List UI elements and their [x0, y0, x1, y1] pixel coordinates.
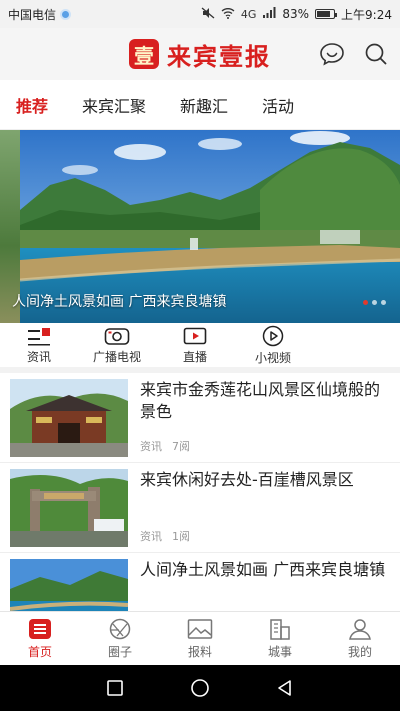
chat-icon — [320, 43, 344, 66]
news-thumbnail — [10, 379, 128, 457]
recents-button[interactable] — [106, 679, 124, 697]
news-body: 来宾市金秀莲花山风景区仙境般的景色 资讯 7阅 — [140, 379, 390, 456]
news-feed: 来宾市金秀莲花山风景区仙境般的景色 资讯 7阅 来宾休闲好去处-百崖槽风景区 资… — [0, 373, 400, 611]
channel-label: 小视频 — [254, 350, 291, 365]
news-thumbnail — [10, 559, 128, 611]
category-tabs: 推荐 来宾汇聚 新趣汇 活动 — [0, 80, 400, 130]
bottom-navigation: 首页 圈子 报料 城事 我的 — [0, 611, 400, 665]
camera-icon — [104, 327, 130, 345]
nav-profile[interactable]: 我的 — [320, 612, 400, 665]
battery-icon — [315, 9, 338, 19]
news-item[interactable]: 来宾休闲好去处-百崖槽风景区 资讯 1阅 — [0, 463, 400, 553]
home-icon — [29, 618, 51, 639]
channel-label: 资讯 — [26, 349, 51, 364]
app-title: 来宾壹报 — [167, 41, 271, 71]
nav-home[interactable]: 首页 — [0, 612, 80, 665]
search-button[interactable] — [362, 40, 390, 68]
news-title: 来宾市金秀莲花山风景区仙境般的景色 — [140, 380, 381, 421]
news-meta: 资讯 1阅 — [140, 528, 190, 544]
app-screen: 中国电信 4G 83% 上午9:24 壹 来宾壹报 推荐 来宾汇聚 新趣汇 活动… — [0, 0, 400, 711]
news-title: 人间净土风景如画 广西来宾良塘镇 — [140, 560, 386, 579]
logo-mark: 壹 — [129, 39, 159, 69]
user-icon — [349, 618, 371, 640]
chat-button[interactable] — [318, 40, 346, 68]
tab-laibin-gather[interactable]: 来宾汇聚 — [82, 87, 146, 123]
news-views: 1阅 — [172, 530, 190, 543]
live-video-icon — [183, 327, 207, 344]
tab-activity[interactable]: 活动 — [262, 87, 294, 123]
nav-circle[interactable]: 圈子 — [80, 612, 160, 665]
channel-label: 广播电视 — [92, 349, 141, 364]
signal-icon — [262, 7, 276, 21]
nav-label: 首页 — [27, 644, 52, 659]
carrier-name: 中国电信 — [8, 7, 57, 22]
news-source: 资讯 — [140, 530, 162, 543]
status-right: 4G 83% 上午9:24 — [201, 6, 392, 23]
news-item[interactable]: 来宾市金秀莲花山风景区仙境般的景色 资讯 7阅 — [0, 373, 400, 463]
battery-percent: 83% — [282, 7, 310, 21]
carrier-badge-icon — [60, 8, 72, 20]
nav-label: 我的 — [347, 644, 372, 659]
search-icon — [365, 43, 387, 65]
tab-new-fun[interactable]: 新趣汇 — [180, 87, 228, 123]
nav-report[interactable]: 报料 — [160, 612, 240, 665]
app-logo: 壹 来宾壹报 — [129, 37, 271, 72]
carrier: 中国电信 — [8, 6, 72, 23]
banner-caption: 人间净土风景如画 广西来宾良塘镇 — [12, 294, 227, 310]
news-source: 资讯 — [140, 440, 162, 453]
nav-label: 城事 — [267, 644, 292, 659]
home-button[interactable] — [190, 678, 210, 698]
news-meta: 资讯 7阅 — [140, 438, 190, 454]
channel-broadcast[interactable]: 广播电视 — [78, 323, 156, 367]
news-body: 人间净土风景如画 广西来宾良塘镇 — [140, 559, 390, 611]
pagination-dot-active — [363, 300, 368, 305]
news-thumbnail — [10, 469, 128, 547]
mute-icon — [201, 7, 215, 22]
news-title: 来宾休闲好去处-百崖槽风景区 — [140, 470, 354, 489]
channel-live[interactable]: 直播 — [156, 323, 234, 367]
channel-shortcuts: 资讯 广播电视 直播 小视频 — [0, 323, 400, 373]
news-body: 来宾休闲好去处-百崖槽风景区 资讯 1阅 — [140, 469, 390, 546]
clock: 上午9:24 — [341, 7, 392, 22]
pagination-dot — [381, 300, 386, 305]
play-circle-icon — [262, 325, 284, 346]
circle-icon — [109, 618, 131, 639]
nav-city[interactable]: 城事 — [240, 612, 320, 665]
news-icon — [28, 327, 50, 345]
image-icon — [187, 618, 213, 639]
hero-banner[interactable]: 人间净土风景如画 广西来宾良塘镇 — [0, 130, 400, 323]
channel-label: 直播 — [182, 349, 207, 364]
nav-label: 圈子 — [107, 644, 132, 659]
pagination-dot — [372, 300, 377, 305]
network-type: 4G — [240, 7, 257, 21]
banner-pagination — [363, 300, 386, 305]
app-header: 壹 来宾壹报 — [0, 28, 400, 80]
nav-label: 报料 — [187, 644, 212, 659]
system-navigation-bar — [0, 665, 400, 711]
back-button[interactable] — [276, 679, 294, 697]
wifi-icon — [221, 7, 235, 22]
status-bar: 中国电信 4G 83% 上午9:24 — [0, 0, 400, 28]
building-icon — [270, 618, 290, 640]
channel-short-video[interactable]: 小视频 — [234, 323, 312, 367]
news-item[interactable]: 人间净土风景如画 广西来宾良塘镇 — [0, 553, 400, 611]
channel-news[interactable]: 资讯 — [0, 323, 78, 367]
tab-recommend[interactable]: 推荐 — [16, 87, 48, 123]
news-views: 7阅 — [172, 440, 190, 453]
